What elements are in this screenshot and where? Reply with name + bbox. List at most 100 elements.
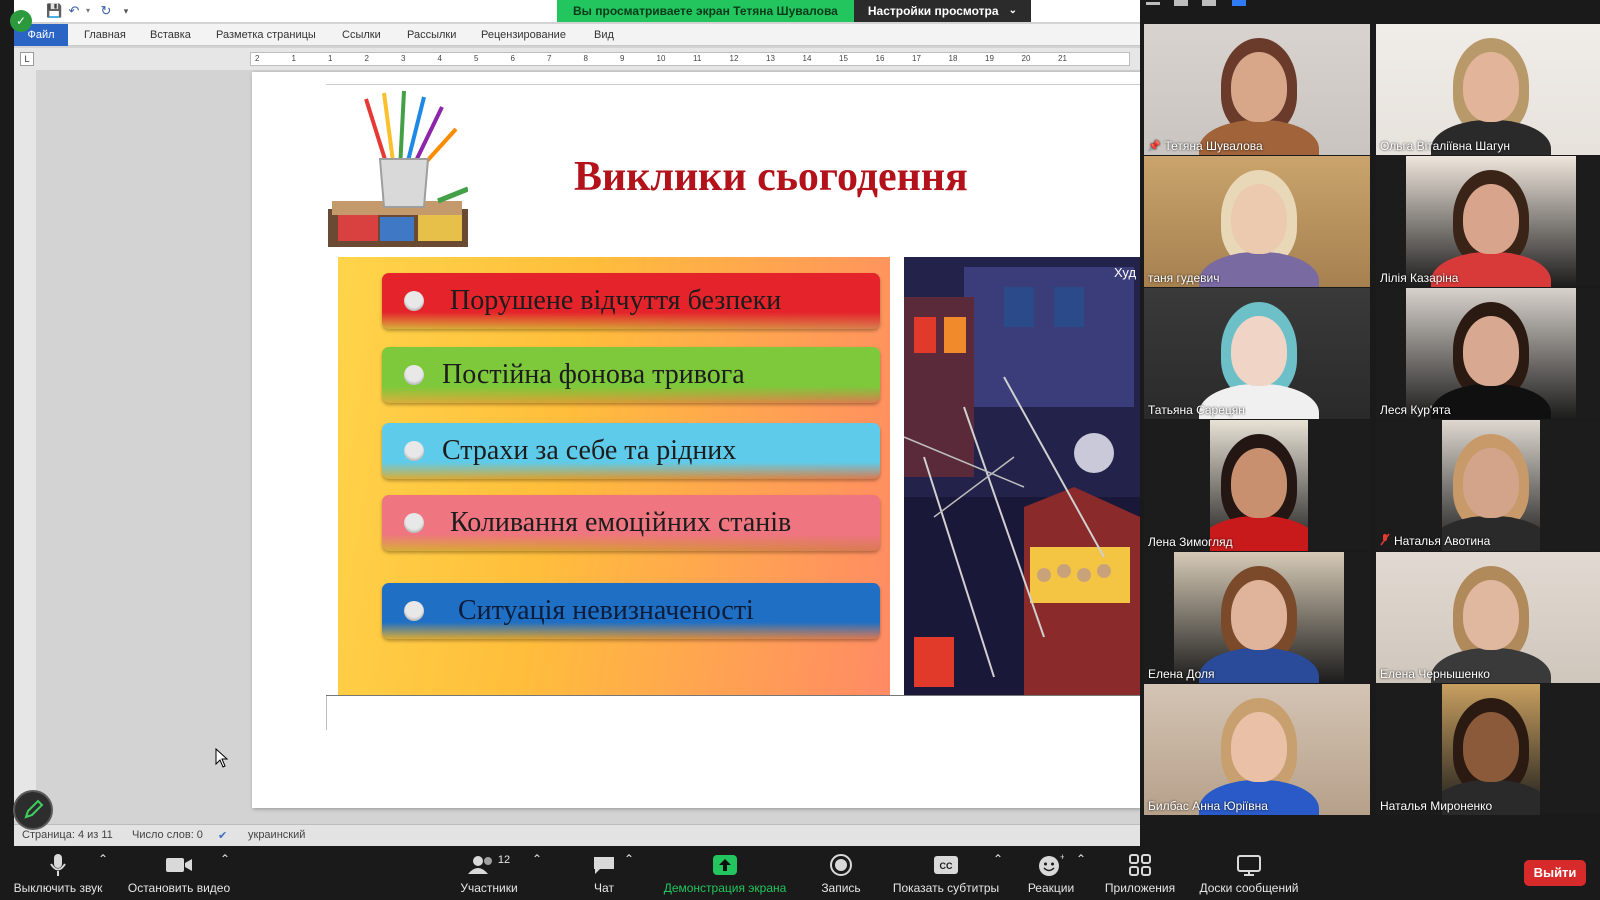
participant-tile[interactable]: Билбас Анна Юріївна: [1144, 684, 1370, 815]
participants-count: 12: [497, 854, 511, 866]
share-screen-label: Демонстрация экрана: [663, 881, 787, 895]
ruler-row: L 2 1 1 2 3 4 5 6 7 8 9 10 11 12 13 14 15 16 17 18 19 20 21: [14, 48, 1140, 70]
tab-mailings[interactable]: Рассылки: [399, 24, 464, 46]
reactions-options-caret[interactable]: ⌃: [1076, 852, 1086, 866]
ruler-number: 20: [1021, 54, 1031, 63]
tab-stop-selector[interactable]: L: [20, 52, 34, 66]
participant-name-tag: Ольга Віталіївна Шагун: [1380, 139, 1510, 153]
stop-video-button[interactable]: Остановить видео: [124, 852, 234, 895]
participant-tile[interactable]: Елена Доля: [1144, 552, 1370, 683]
participant-video: [1210, 420, 1308, 551]
participant-name-tag: Татьяна Сарецян: [1148, 403, 1245, 417]
shared-screen: 💾 ↶ ▾ ↻ ▾ ✓ Файл Главная Вставка Разметк…: [0, 0, 1140, 846]
viewing-screen-label: Вы просматриваете экран Тетяна Шувалова: [557, 0, 854, 22]
tab-references[interactable]: Ссылки: [334, 24, 389, 46]
tab-view[interactable]: Вид: [586, 24, 622, 46]
ruler-number: 17: [912, 54, 921, 63]
muted-microphone-icon: [1380, 533, 1390, 549]
svg-text:CC: CC: [940, 861, 953, 871]
reactions-button[interactable]: + Реакции: [1026, 852, 1076, 895]
horizontal-ruler[interactable]: 2 1 1 2 3 4 5 6 7 8 9 10 11 12 13 14 15 16 17 18 19 20 21: [250, 52, 1130, 66]
annotate-button[interactable]: [13, 790, 53, 830]
participant-tile[interactable]: Наталья Мироненко: [1376, 684, 1600, 815]
video-options-caret[interactable]: ⌃: [220, 852, 230, 866]
participant-face: [1231, 184, 1287, 254]
document-area: Виклики сьогодення Порушене відчуття без…: [36, 70, 1140, 820]
tab-page-layout[interactable]: Разметка страницы: [208, 24, 324, 46]
participants-options-caret[interactable]: ⌃: [532, 852, 542, 866]
participants-button[interactable]: 12 Участники: [454, 852, 524, 895]
document-page[interactable]: Виклики сьогодення Порушене відчуття без…: [252, 72, 1140, 808]
leave-meeting-button[interactable]: Выйти: [1524, 860, 1586, 886]
tab-review[interactable]: Рецензирование: [473, 24, 574, 46]
redo-icon[interactable]: ↻: [98, 3, 114, 19]
participant-tile[interactable]: Ольга Віталіївна Шагун: [1376, 24, 1600, 155]
participant-tile[interactable]: Лена Зимогляд: [1144, 420, 1370, 551]
screen-share-banner: Вы просматриваете экран Тетяна Шувалова …: [557, 0, 1031, 22]
war-artwork-illustration: Худ: [904, 257, 1140, 695]
pencil-icon: [24, 799, 44, 819]
participant-tile[interactable]: Леся Кур'ята: [1376, 288, 1600, 419]
participant-gallery: 📌 Тетяна Шувалова Ольга Віталіївна Шагун та…: [1140, 0, 1600, 846]
participant-name: Билбас Анна Юріївна: [1148, 799, 1268, 813]
participants-label: Участники: [460, 881, 518, 895]
mute-button[interactable]: Выключить звук: [10, 852, 106, 895]
slide-title: Виклики сьогодення: [574, 154, 968, 200]
participant-tile[interactable]: Лілія Казаріна: [1376, 156, 1600, 287]
ruler-number: 2: [255, 54, 260, 63]
chat-button[interactable]: Чат: [584, 852, 624, 895]
chat-options-caret[interactable]: ⌃: [624, 852, 634, 866]
stop-video-label: Остановить видео: [127, 881, 231, 895]
customize-toolbar-icon[interactable]: ▾: [118, 3, 134, 19]
reactions-label: Реакции: [1027, 881, 1075, 895]
ruler-number: 12: [729, 54, 739, 63]
gallery-view-controls: [1146, 0, 1246, 6]
microphone-icon: [10, 852, 106, 878]
shared-screen-edge: [0, 0, 14, 846]
language-indicator[interactable]: украинский: [248, 829, 305, 841]
record-label: Запись: [821, 881, 861, 895]
participant-face: [1463, 52, 1519, 122]
participant-body: [1199, 648, 1319, 683]
apps-button[interactable]: Приложения: [1102, 852, 1178, 895]
participant-tile[interactable]: таня гудевич: [1144, 156, 1370, 287]
bullet-dot: [404, 441, 424, 461]
zoom-meeting-window: 💾 ↶ ▾ ↻ ▾ ✓ Файл Главная Вставка Разметк…: [0, 0, 1600, 900]
participant-name-tag: Лена Зимогляд: [1148, 535, 1233, 549]
participant-video: [1376, 552, 1600, 683]
video-camera-icon: [124, 852, 234, 878]
spellcheck-icon[interactable]: ✔: [218, 829, 227, 842]
people-icon: [467, 856, 492, 874]
mouse-cursor-icon: [215, 748, 229, 768]
participant-name-tag: Леся Кур'ята: [1380, 403, 1451, 417]
participant-name: Наталья Мироненко: [1380, 799, 1493, 813]
record-button[interactable]: Запись: [816, 852, 866, 895]
tab-insert[interactable]: Вставка: [142, 24, 199, 46]
undo-dropdown-icon[interactable]: ▾: [80, 3, 96, 19]
word-count[interactable]: Число слов: 0: [132, 829, 203, 841]
captions-options-caret[interactable]: ⌃: [993, 852, 1003, 866]
participants-icon-group: 12: [454, 852, 524, 878]
ruler-number: 4: [437, 54, 442, 63]
captions-button[interactable]: CC Показать субтитры: [890, 852, 1002, 895]
slide-image: Виклики сьогодення Порушене відчуття без…: [326, 84, 1140, 696]
participant-face: [1463, 316, 1519, 386]
participant-name-tag: таня гудевич: [1148, 271, 1219, 285]
participant-tile[interactable]: Татьяна Сарецян: [1144, 288, 1370, 419]
apps-label: Приложения: [1104, 881, 1176, 895]
audio-options-caret[interactable]: ⌃: [98, 852, 108, 866]
participant-name: таня гудевич: [1148, 271, 1220, 285]
participant-name: Наталья Авотина: [1394, 534, 1491, 548]
participant-face: [1231, 712, 1287, 782]
participant-tile[interactable]: Елена Чернышенко: [1376, 552, 1600, 683]
save-icon[interactable]: 💾: [46, 3, 62, 19]
participant-face: [1463, 580, 1519, 650]
share-screen-button[interactable]: Демонстрация экрана: [658, 852, 792, 895]
participant-tile[interactable]: 📌 Тетяна Шувалова: [1144, 24, 1370, 155]
participant-face: [1463, 184, 1519, 254]
participant-face: [1231, 52, 1287, 122]
whiteboards-button[interactable]: Доски сообщений: [1194, 852, 1304, 895]
view-options-button[interactable]: Настройки просмотра ⌄: [853, 0, 1031, 22]
participant-tile[interactable]: Наталья Авотина: [1376, 420, 1600, 551]
tab-home[interactable]: Главная: [76, 24, 134, 46]
